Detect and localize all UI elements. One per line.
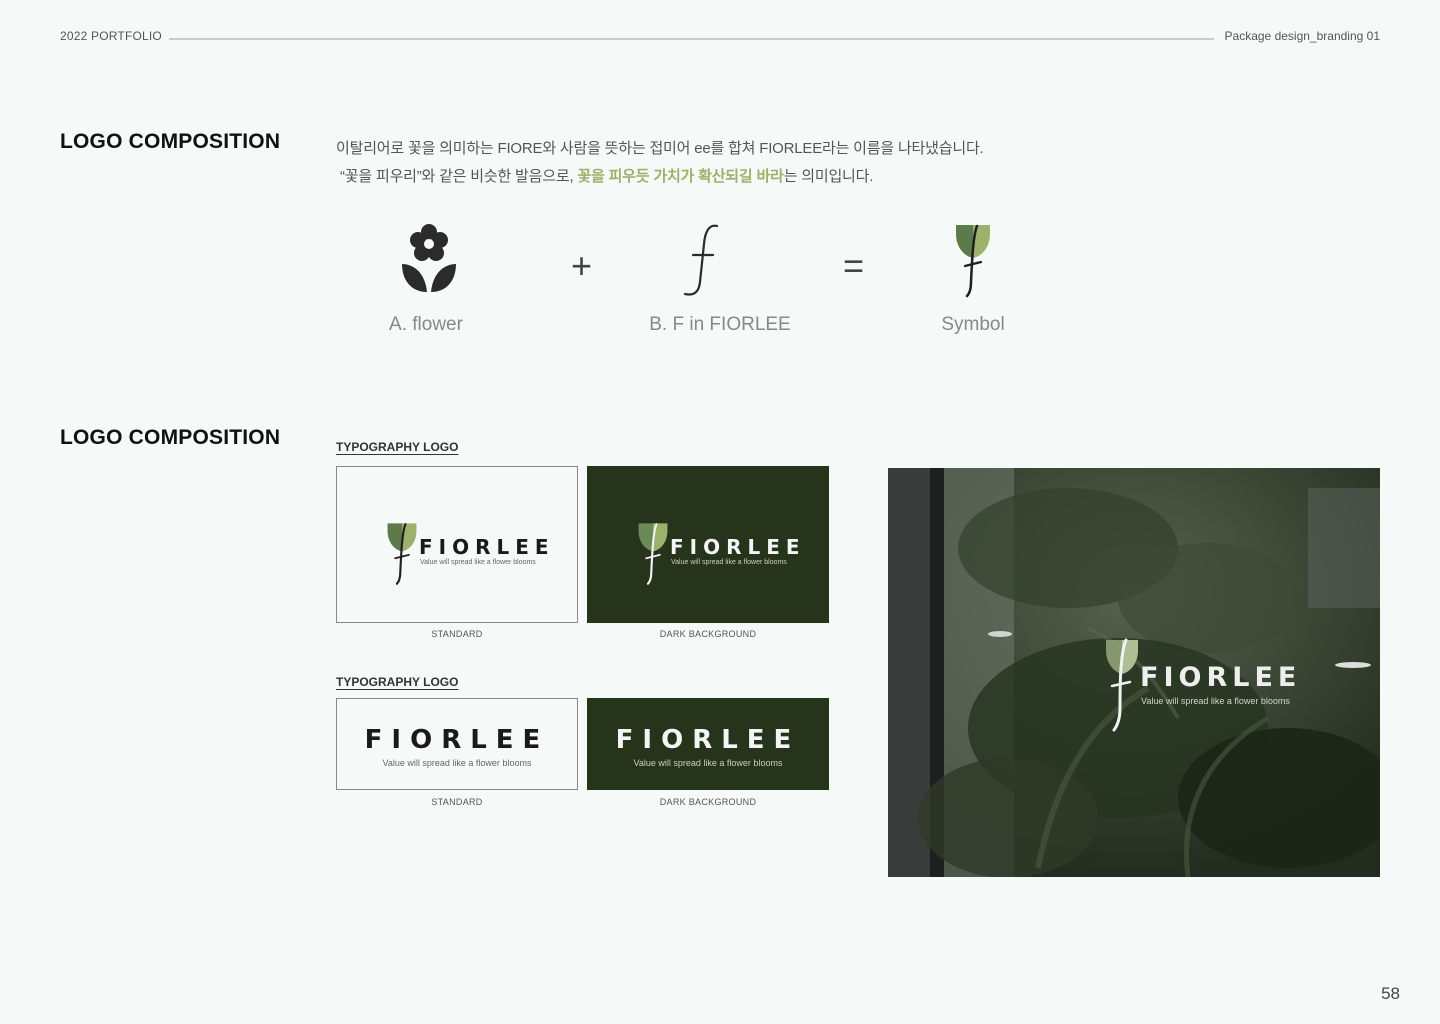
description-highlight: 꽃을 피우듯 가치가 확산되길 바라 <box>577 168 784 185</box>
logo-card-dark-symbol: FIORLEE Value will spread like a flower … <box>587 466 829 623</box>
brand-wordmark: FIORLEE <box>364 725 550 755</box>
composition-flower <box>329 222 529 294</box>
logo-card-standard-symbol: FIORLEE Value will spread like a flower … <box>336 466 578 623</box>
logo-card-dark-wordmark: FIORLEE Value will spread like a flower … <box>587 698 829 790</box>
section-title-composition: LOGO COMPOSITION <box>60 130 281 153</box>
storefront-glass-image <box>888 468 1380 877</box>
brand-tagline: Value will spread like a flower blooms <box>671 559 787 566</box>
flower-icon <box>402 224 456 292</box>
caption-dark: DARK BACKGROUND <box>659 629 757 639</box>
brand-tagline: Value will spread like a flower blooms <box>1141 696 1290 706</box>
label-letter-f: B. F in FIORLEE <box>649 314 791 335</box>
typography-logo-title-2: TYPOGRAPHY LOGO <box>336 675 459 689</box>
symbol-icon <box>638 523 668 585</box>
logo-card-standard-wordmark: FIORLEE Value will spread like a flower … <box>336 698 578 790</box>
description-line-1: 이탈리어로 꽃을 의미하는 FIORE와 사람을 뜻하는 접미어 ee를 합쳐 … <box>336 140 984 157</box>
equals-sign: = <box>843 245 865 286</box>
brand-wordmark: FIORLEE <box>670 535 806 559</box>
description-line-2: “꽃을 피우리”와 같은 비슷한 발음으로, 꽃을 피우듯 가치가 확산되길 바… <box>340 165 873 186</box>
description-text-pre: “꽃을 피우리”와 같은 비슷한 발음으로, <box>340 168 578 185</box>
typography-logo-title-1: TYPOGRAPHY LOGO <box>336 440 459 454</box>
composition-letter-f <box>604 222 804 298</box>
brand-wordmark: FIORLEE <box>419 535 555 559</box>
brand-wordmark: FIORLEE <box>1140 662 1302 693</box>
caption-standard: STANDARD <box>431 797 483 807</box>
project-label: Package design_branding 01 <box>1224 29 1380 43</box>
symbol-icon <box>956 224 990 298</box>
brand-tagline: Value will spread like a flower blooms <box>633 758 783 768</box>
letter-f-icon <box>683 224 719 296</box>
label-flower: A. flower <box>389 314 463 335</box>
plus-sign: + <box>571 245 593 286</box>
caption-standard: STANDARD <box>431 629 483 639</box>
label-symbol: Symbol <box>941 314 1005 335</box>
storefront-mockup-photo: FIORLEE Value will spread like a flower … <box>888 468 1380 877</box>
portfolio-label: 2022 PORTFOLIO <box>60 29 162 43</box>
brand-wordmark: FIORLEE <box>615 725 801 755</box>
symbol-icon <box>387 523 417 585</box>
page-number: 58 <box>1381 984 1400 1003</box>
description-text-post: 는 의미입니다. <box>783 168 874 185</box>
brand-tagline: Value will spread like a flower blooms <box>420 559 536 566</box>
composition-symbol <box>873 222 1073 300</box>
caption-dark: DARK BACKGROUND <box>659 797 757 807</box>
brand-tagline: Value will spread like a flower blooms <box>382 758 532 768</box>
section-title-composition-2: LOGO COMPOSITION <box>60 426 281 449</box>
header-divider <box>169 38 1214 40</box>
